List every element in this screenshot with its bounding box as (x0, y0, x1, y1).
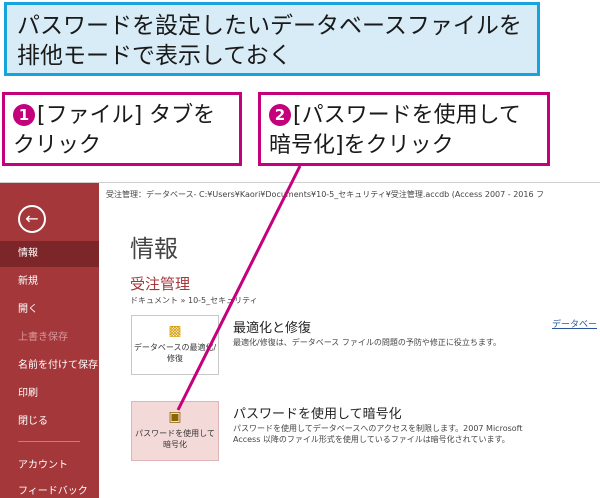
breadcrumb: ドキュメント » 10-5_セキュリティ (130, 296, 258, 305)
backstage-sidebar: ← 情報 新規 開く 上書き保存 名前を付けて保存 印刷 閉じる アカウント フ… (0, 183, 99, 498)
back-arrow-icon[interactable]: ← (18, 205, 46, 233)
compact-repair-button[interactable]: ▩ データベースの最適化/修復 (131, 315, 219, 375)
sidebar-item-save-as[interactable]: 名前を付けて保存 (0, 353, 99, 379)
page-title: 情報 (130, 235, 178, 263)
sidebar-item-new[interactable]: 新規 (0, 269, 99, 295)
encrypt-description: パスワードを使用してデータベースへのアクセスを制限します。2007 Micros… (233, 424, 523, 444)
step-2-callout: 2 [パスワードを使用して暗号化]をクリック (258, 92, 550, 166)
sidebar-item-account[interactable]: アカウント (0, 453, 99, 479)
sidebar-item-print[interactable]: 印刷 (0, 381, 99, 407)
sidebar-item-info[interactable]: 情報 (0, 241, 99, 267)
instruction-callout: パスワードを設定したいデータベースファイルを排他モードで表示しておく (4, 2, 540, 76)
window-title: 受注管理：データベース- C:¥Users¥Kaori¥Documents¥10… (106, 190, 545, 199)
sidebar-item-open[interactable]: 開く (0, 297, 99, 323)
backstage-view: ← 情報 新規 開く 上書き保存 名前を付けて保存 印刷 閉じる アカウント フ… (0, 182, 600, 498)
compact-repair-label: データベースの最適化/修復 (133, 343, 217, 363)
database-name: 受注管理 (130, 275, 191, 293)
sidebar-item-close[interactable]: 閉じる (0, 409, 99, 435)
encrypt-title: パスワードを使用して暗号化 (233, 407, 402, 422)
sidebar-item-feedback[interactable]: フィードバック (0, 479, 99, 498)
sidebar-item-save: 上書き保存 (18, 332, 68, 343)
lock-database-icon: ▣ (168, 409, 182, 425)
sidebar-divider (18, 441, 80, 442)
compact-repair-description: 最適化/修復は、データベース ファイルの問題の予防や修正に役立ちます。 (233, 338, 502, 347)
step-number-2: 2 (269, 104, 291, 126)
database-properties-link[interactable]: データベー (552, 317, 597, 330)
step-number-1: 1 (13, 104, 35, 126)
step-2-text: [パスワードを使用して暗号化]をクリック (269, 103, 521, 158)
step-1-callout: 1 [ファイル] タブをクリック (2, 92, 242, 166)
step-1-text: [ファイル] タブをクリック (13, 103, 216, 158)
database-wrench-icon: ▩ (168, 323, 182, 339)
compact-repair-title: 最適化と修復 (233, 321, 312, 336)
encrypt-label: パスワードを使用して暗号化 (135, 429, 215, 449)
encrypt-with-password-button[interactable]: ▣ パスワードを使用して暗号化 (131, 401, 219, 461)
